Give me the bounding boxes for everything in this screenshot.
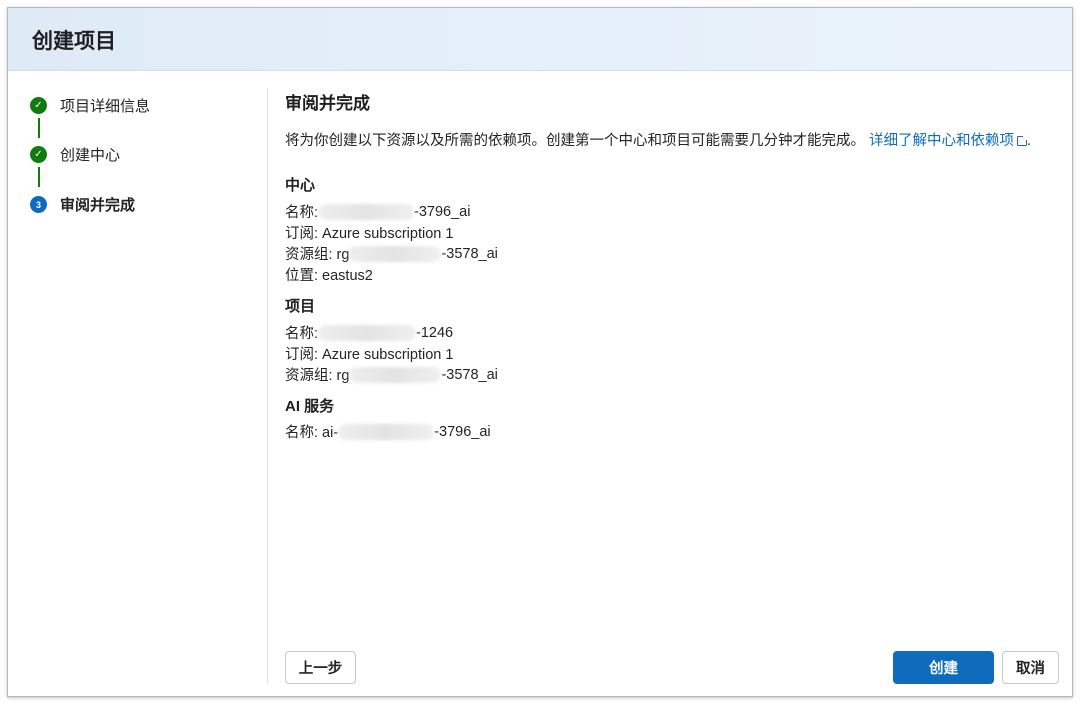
checkmark-icon: ✓ [30,146,47,163]
redacted-value [349,366,442,383]
hub-subscription: 订阅: Azure subscription 1 [285,226,454,242]
ai-services-name-suffix: -3796_ai [434,423,491,440]
dialog-title: 创建项目 [32,30,116,53]
project-subscription: 订阅: Azure subscription 1 [285,347,454,363]
hub-heading: 中心 [285,177,316,194]
back-button[interactable]: 上一步 [285,651,356,684]
step-connector [38,167,40,187]
hub-name-suffix: -3796_ai [414,203,471,220]
hub-name-label: 名称: [285,205,319,221]
create-button[interactable]: 创建 [893,651,994,684]
project-resource-group: 资源组: rg -3578_ai [285,364,498,385]
review-title: 审阅并完成 [285,94,370,113]
dialog-header: 创建项目 [8,8,1072,71]
redacted-value [318,203,415,220]
ai-services-heading: AI 服务 [285,398,335,415]
step-number-badge: 3 [30,196,47,213]
hub-resource-group: 资源组: rg -3578_ai [285,243,498,264]
project-resource-group-suffix: -3578_ai [441,366,498,383]
redacted-value [338,423,435,440]
review-intro: 将为你创建以下资源以及所需的依赖项。创建第一个中心和项目可能需要几分钟才能完成。… [285,133,1032,149]
review-panel: 审阅并完成 将为你创建以下资源以及所需的依赖项。创建第一个中心和项目可能需要几分… [285,71,1060,696]
step-create-hub[interactable]: ✓ 创建中心 [30,144,120,165]
step-label: 项目详细信息 [60,98,151,115]
step-review-finish[interactable]: 3 审阅并完成 [30,194,135,215]
cancel-button[interactable]: 取消 [1002,651,1059,684]
hub-location: 位置: eastus2 [285,268,373,284]
ai-services-name: 名称: ai- -3796_ai [285,421,491,442]
project-resource-group-label: 资源组: rg [285,368,350,384]
learn-more-label: 详细了解中心和依赖项 [869,133,1015,149]
intro-text: 将为你创建以下资源以及所需的依赖项。创建第一个中心和项目可能需要几分钟才能完成。 [285,133,865,149]
external-link-icon [1017,135,1029,146]
step-label: 创建中心 [60,147,121,164]
step-connector [38,118,40,138]
hub-resource-group-suffix: -3578_ai [441,245,498,262]
hub-name: 名称: -3796_ai [285,201,470,222]
create-project-dialog: 创建项目 ✓ 项目详细信息 ✓ 创建中心 3 审阅并完成 审阅并完成 将为你创建… [7,7,1073,697]
learn-more-link[interactable]: 详细了解中心和依赖项 [869,133,1029,149]
project-name-suffix: -1246 [416,324,454,341]
project-name-label: 名称: [285,326,319,342]
project-name: 名称: -1246 [285,322,453,343]
checkmark-icon: ✓ [30,97,47,114]
panel-divider [267,88,268,684]
wizard-steps: ✓ 项目详细信息 ✓ 创建中心 3 审阅并完成 [8,71,268,696]
hub-resource-group-label: 资源组: rg [285,247,350,263]
redacted-value [349,245,442,262]
redacted-value [318,324,417,341]
step-project-details[interactable]: ✓ 项目详细信息 [30,95,150,116]
step-label: 审阅并完成 [60,197,136,214]
ai-services-name-label: 名称: ai- [285,425,339,441]
project-heading: 项目 [285,298,316,315]
